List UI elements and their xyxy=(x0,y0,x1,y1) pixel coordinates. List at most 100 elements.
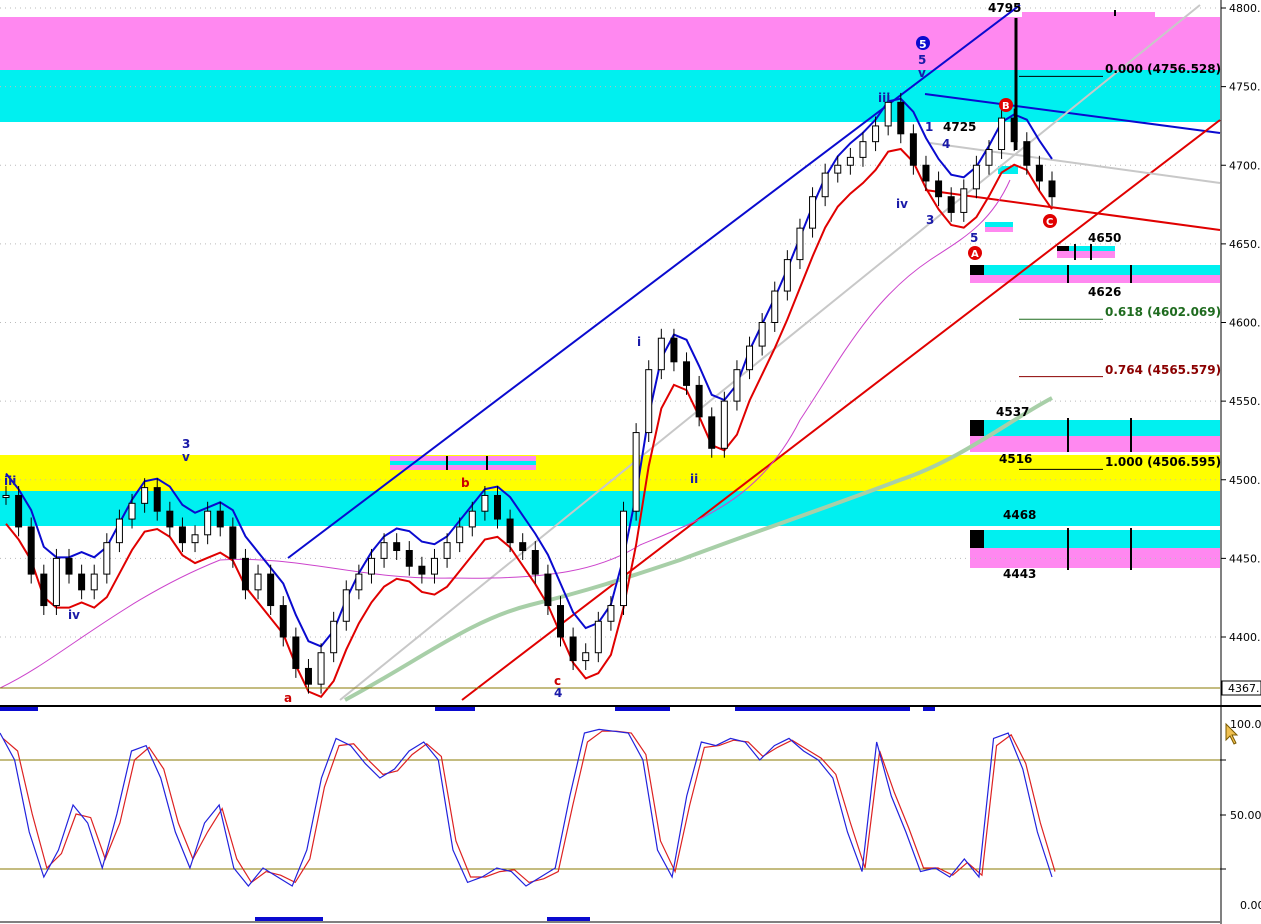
mark-1 xyxy=(0,707,38,711)
label-4537: 4537 xyxy=(996,405,1029,419)
wave-ii: ii xyxy=(690,472,698,486)
label-4443: 4443 xyxy=(1003,567,1036,581)
candle-body xyxy=(809,196,817,229)
candle-body xyxy=(443,542,451,559)
candle-body xyxy=(708,416,716,449)
candle-body xyxy=(317,652,325,685)
stoch-d-line xyxy=(2,730,1056,884)
candle-body xyxy=(506,518,514,544)
candle-body xyxy=(115,518,123,544)
label-4626: 4626 xyxy=(1088,285,1121,299)
price-tick-7: 4450. xyxy=(1229,552,1261,565)
lower-band xyxy=(5,147,1053,698)
candle-body xyxy=(204,510,212,536)
block-4650 xyxy=(1057,246,1069,251)
candle-body xyxy=(27,526,35,575)
candle-body xyxy=(909,133,917,166)
block-4626 xyxy=(970,265,984,275)
candle-body xyxy=(519,542,527,552)
osc-tick-0: 0.00 xyxy=(1240,899,1261,912)
candle-body xyxy=(897,101,905,135)
price-tick-1: 4750. xyxy=(1229,81,1261,94)
wave-v-right: v xyxy=(918,66,926,80)
candle-body xyxy=(972,164,980,190)
fib-label-0: 0.000 (4756.528) xyxy=(1105,62,1221,76)
candle-body xyxy=(683,361,691,386)
zone-4537-magenta xyxy=(970,436,1220,452)
zone-b-box-cyan xyxy=(985,222,1013,227)
candle-body xyxy=(960,188,968,213)
upper-blue-marks xyxy=(0,707,935,711)
zone-cyan-mid xyxy=(0,491,1220,526)
candle-body xyxy=(342,589,350,622)
candle-body xyxy=(166,510,174,528)
mark-5 xyxy=(923,707,935,711)
candle-body xyxy=(607,605,615,622)
mark-3 xyxy=(615,707,670,711)
candle-body xyxy=(771,290,779,323)
price-tick-6: 4500. xyxy=(1229,474,1261,487)
wave-4-right: 4 xyxy=(942,137,950,151)
wave-4-low: 4 xyxy=(554,686,562,700)
candle-body xyxy=(733,369,741,402)
wave-iii: iii xyxy=(878,91,890,105)
wave-5-top: 5 xyxy=(918,53,926,67)
zone-4468-cyan xyxy=(970,530,1220,548)
price-tick-0: 4800. xyxy=(1229,2,1261,15)
candle-body xyxy=(998,117,1006,151)
osc-tick-100: 100.0 xyxy=(1230,718,1261,731)
wave-circle-5-text: 5 xyxy=(919,38,927,51)
candle-body xyxy=(872,125,880,143)
wave-iii-left: iii xyxy=(4,474,16,488)
candle-body xyxy=(141,487,149,504)
candle-body xyxy=(1023,141,1031,166)
candle-body xyxy=(78,573,86,591)
green-moving-average xyxy=(344,396,1053,702)
candle-body xyxy=(935,180,943,198)
candle-body xyxy=(405,550,413,567)
block-4537 xyxy=(970,420,984,436)
candle-body xyxy=(267,573,275,607)
red-channel-lower xyxy=(461,119,1221,701)
upper-band xyxy=(5,97,1053,648)
candle-body xyxy=(544,573,552,607)
candle-body xyxy=(783,259,791,292)
chart-canvas: 4795 4725 4650 4626 4537 4516 4468 4443 … xyxy=(0,0,1261,924)
osc-mark-1 xyxy=(255,917,323,921)
price-tick-8: 4400. xyxy=(1229,631,1261,644)
candle-body xyxy=(493,494,501,520)
candle-body xyxy=(90,573,98,591)
candle-body xyxy=(594,620,602,654)
oscillator-panel: 100.0 50.00 0.00 xyxy=(0,718,1261,923)
wave-3-right: 3 xyxy=(926,213,934,227)
wave-iv-left: iv xyxy=(68,608,80,622)
candle-body xyxy=(884,101,892,127)
stoch-k-line xyxy=(0,728,1053,887)
zone-cyan-top xyxy=(0,70,1220,122)
candle-body xyxy=(229,526,237,559)
wave-3-top: 3 xyxy=(182,437,190,451)
candle-body xyxy=(430,557,438,575)
candle-body xyxy=(1035,164,1043,182)
candle-body xyxy=(153,487,161,512)
zone-bands xyxy=(0,12,1220,568)
candle-body xyxy=(557,605,565,638)
zone-top-right-magenta xyxy=(1022,12,1155,42)
candle-body xyxy=(1048,180,1056,198)
osc-mark-2 xyxy=(547,917,590,921)
candle-body xyxy=(632,432,640,512)
candle-body xyxy=(985,149,993,166)
candle-body xyxy=(65,557,73,575)
candle-body xyxy=(846,156,854,166)
candle-body xyxy=(40,573,48,607)
candle-body xyxy=(531,550,539,575)
price-tick-2: 4700. xyxy=(1229,159,1261,172)
candle-body xyxy=(859,141,867,158)
price-axis: 4800. 4750. 4700. 4650. 4600. 4550. 4500. 4450.… xyxy=(1220,0,1261,924)
candle-body xyxy=(367,557,375,575)
label-4468: 4468 xyxy=(1003,508,1036,522)
candle-body xyxy=(947,196,955,213)
candle-body xyxy=(380,542,388,559)
wave-i: i xyxy=(637,335,641,349)
candle-body xyxy=(279,605,287,638)
